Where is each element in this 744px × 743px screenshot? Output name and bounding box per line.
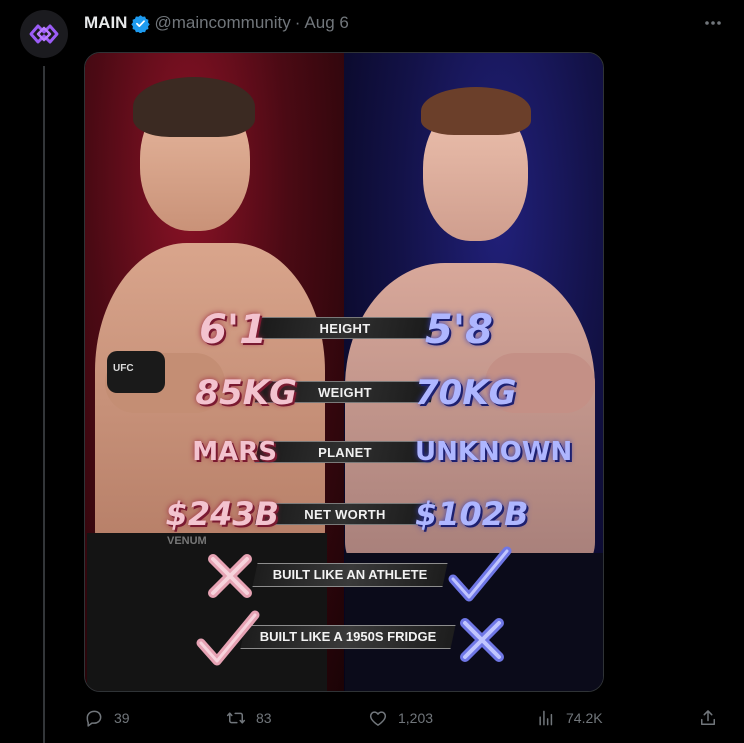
stat-row-weight: WEIGHT 85KG 70KG — [85, 367, 603, 419]
stat-row-networth: NET WORTH $243B $102B — [85, 489, 603, 539]
avatar[interactable] — [20, 10, 68, 58]
repost-count: 83 — [256, 710, 272, 726]
stat-label: NET WORTH — [304, 507, 386, 522]
check-icon — [196, 610, 260, 666]
stat-left-value: $243B — [165, 495, 279, 533]
more-icon[interactable] — [702, 12, 724, 34]
reply-button[interactable]: 39 — [84, 708, 130, 728]
tweet-date[interactable]: Aug 6 — [304, 13, 348, 33]
tweet-media-image[interactable]: VENUM UFC HEIGHT 6'1 5'8 WEIGHT 85KG 70K… — [84, 52, 604, 692]
comparison-row-athlete: BUILT LIKE AN ATHLETE — [85, 545, 603, 605]
cross-icon — [460, 618, 504, 662]
like-icon — [369, 711, 387, 726]
stat-right-value: 70KG — [415, 373, 517, 413]
repost-button[interactable]: 83 — [226, 708, 272, 728]
reply-count: 39 — [114, 710, 130, 726]
stat-left-value: 6'1 — [199, 307, 267, 353]
like-button[interactable]: 1,203 — [368, 708, 433, 728]
stat-left-value: MARS — [192, 437, 277, 467]
separator-dot: · — [294, 13, 301, 32]
comparison-row-fridge: BUILT LIKE A 1950S FRIDGE — [85, 607, 603, 673]
stat-label: HEIGHT — [319, 321, 371, 336]
views-icon — [539, 710, 553, 726]
tweet-header: MAIN @maincommunity · Aug 6 — [84, 12, 349, 34]
reply-icon — [86, 710, 102, 727]
stat-right-value: $102B — [415, 495, 529, 533]
repost-icon — [226, 712, 246, 724]
verified-badge-icon — [131, 14, 151, 33]
tweet-actions: 39 83 1,203 74.2K — [84, 708, 724, 732]
cross-icon — [208, 554, 252, 598]
comparison-label: BUILT LIKE A 1950S FRIDGE — [259, 629, 437, 644]
check-icon — [448, 546, 512, 602]
like-count: 1,203 — [398, 710, 434, 726]
stat-right-value: 5'8 — [425, 307, 493, 353]
views-count: 74.2K — [566, 710, 603, 726]
stat-left-value: 85KG — [195, 373, 297, 413]
share-button[interactable] — [698, 708, 718, 728]
stat-row-planet: PLANET MARS UNKNOWN — [85, 429, 603, 475]
thread-line — [43, 66, 45, 743]
stat-row-height: HEIGHT 6'1 5'8 — [85, 303, 603, 355]
views-button[interactable]: 74.2K — [536, 708, 603, 728]
stat-label: PLANET — [318, 445, 372, 460]
stat-right-value: UNKNOWN — [415, 437, 573, 467]
share-icon — [701, 710, 715, 725]
author-name[interactable]: MAIN — [84, 13, 127, 33]
comparison-label: BUILT LIKE AN ATHLETE — [272, 567, 428, 582]
author-handle[interactable]: @maincommunity — [154, 13, 290, 33]
logo-icon — [29, 24, 59, 44]
